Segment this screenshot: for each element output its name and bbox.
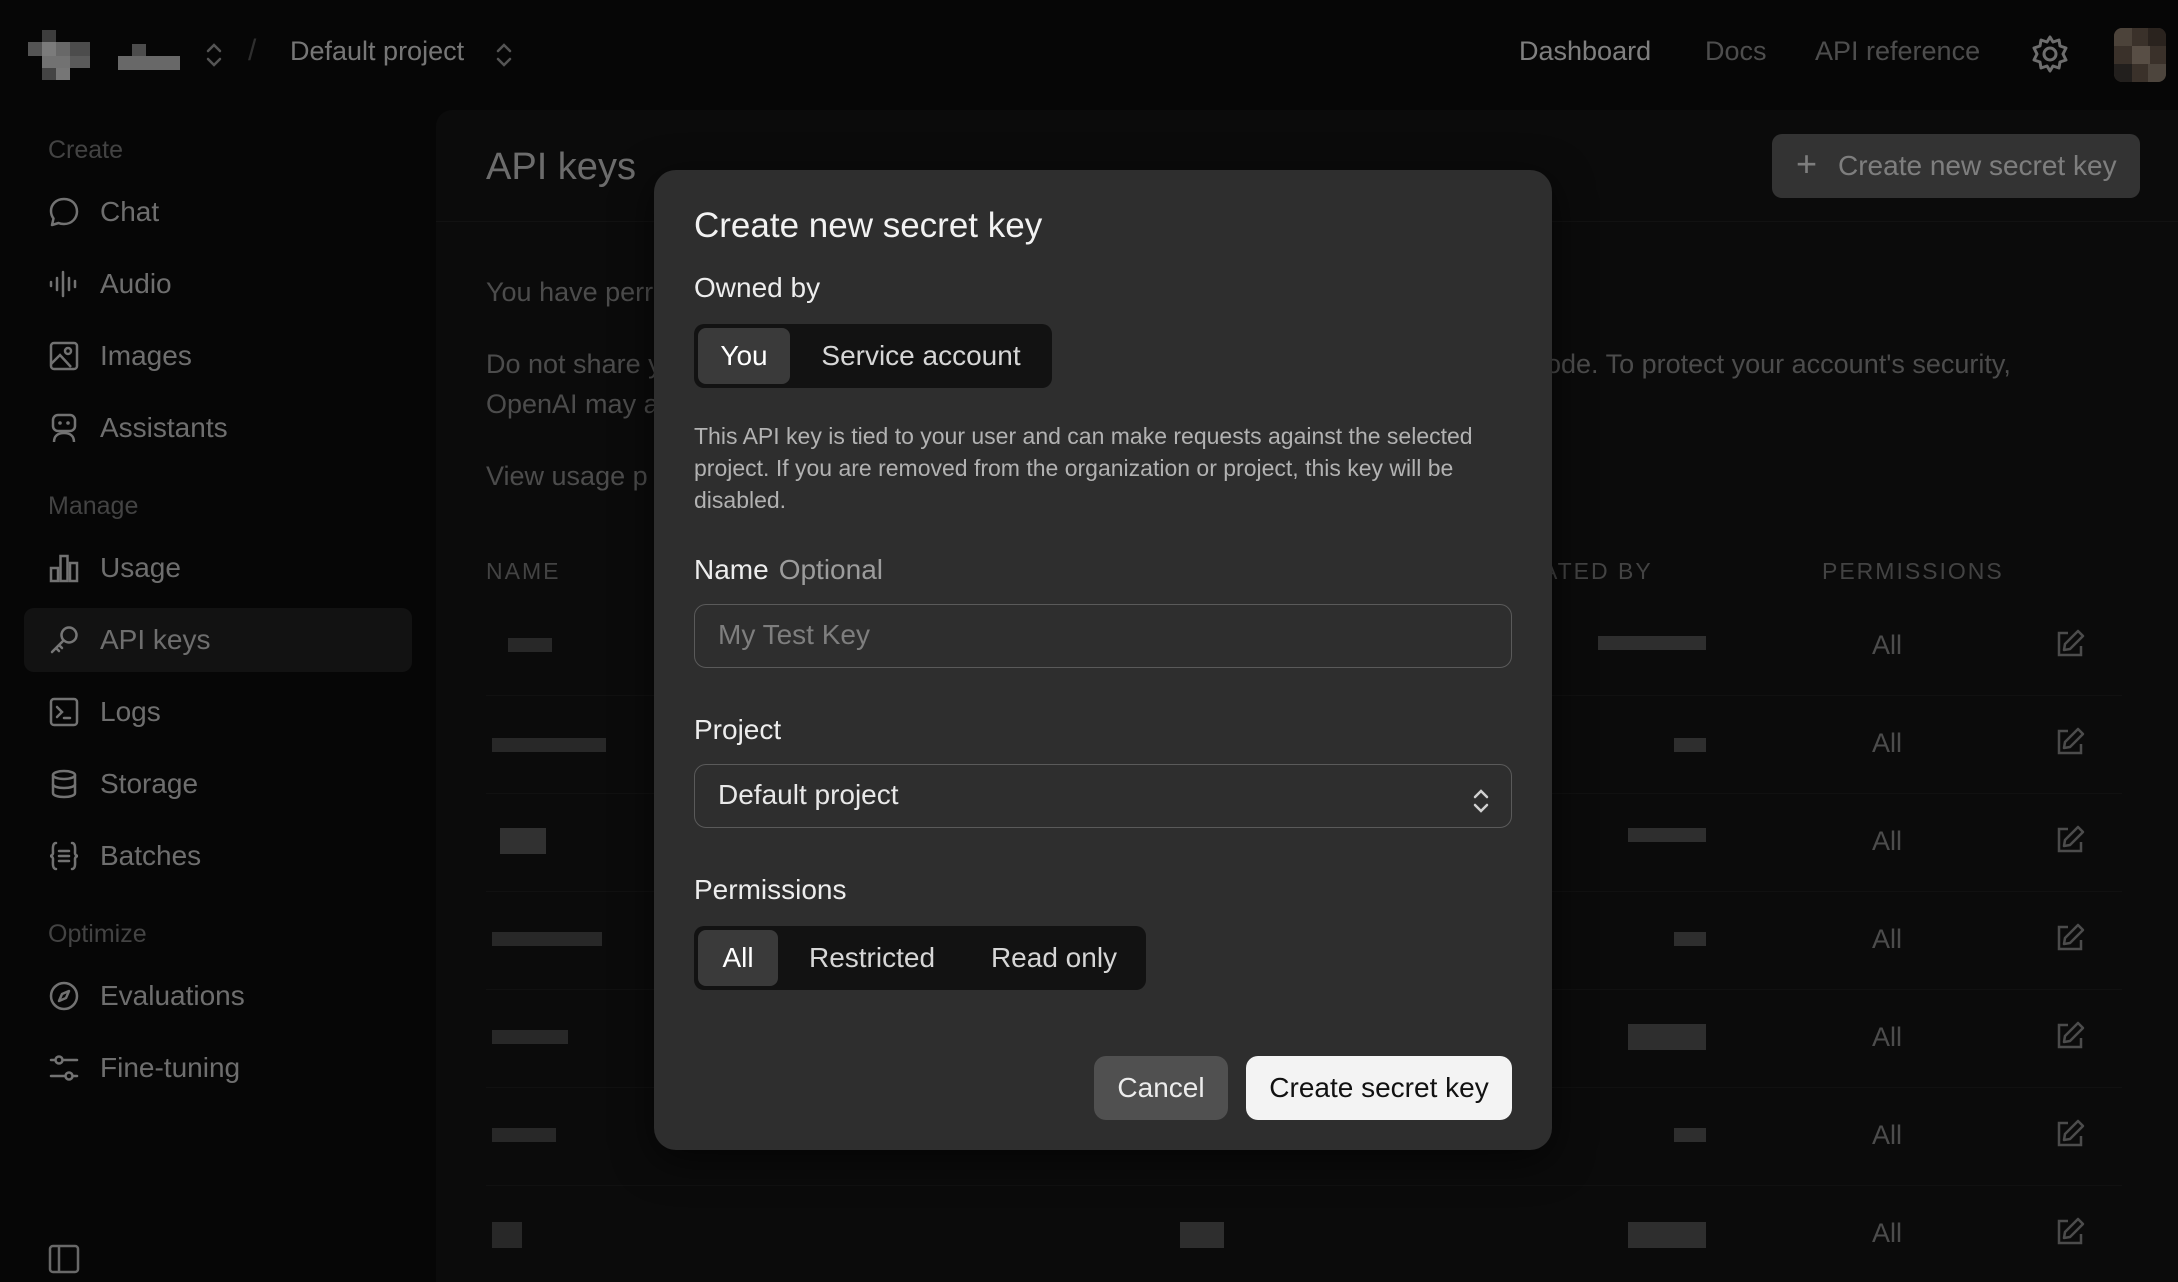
cancel-button[interactable]: Cancel bbox=[1094, 1056, 1228, 1120]
permissions-segmented-control: All Restricted Read only bbox=[694, 926, 1146, 990]
name-label: Name Optional bbox=[694, 554, 883, 586]
permissions-all-option[interactable]: All bbox=[698, 930, 778, 986]
project-select[interactable]: Default project bbox=[694, 764, 1512, 828]
project-label: Project bbox=[694, 714, 782, 745]
name-label-text: Name bbox=[694, 554, 769, 585]
permissions-read-only-option[interactable]: Read only bbox=[966, 930, 1142, 986]
owned-by-segmented-control: You Service account bbox=[694, 324, 1052, 388]
permissions-label: Permissions bbox=[694, 874, 847, 905]
chevron-up-down-icon bbox=[1471, 779, 1491, 813]
owner-description: This API key is tied to your user and ca… bbox=[694, 423, 1473, 513]
owned-by-label: Owned by bbox=[694, 272, 821, 303]
dialog-title: Create new secret key bbox=[694, 206, 1043, 245]
name-optional-hint: Optional bbox=[778, 554, 883, 585]
create-secret-key-dialog: Create new secret key Owned by You Servi… bbox=[654, 170, 1552, 1150]
owned-by-service-account-option[interactable]: Service account bbox=[794, 328, 1048, 384]
permissions-restricted-option[interactable]: Restricted bbox=[782, 930, 962, 986]
create-secret-key-button[interactable]: Create secret key bbox=[1246, 1056, 1512, 1120]
owned-by-you-option[interactable]: You bbox=[698, 328, 790, 384]
project-select-value: Default project bbox=[718, 779, 899, 810]
key-name-input[interactable]: My Test Key bbox=[694, 604, 1512, 668]
